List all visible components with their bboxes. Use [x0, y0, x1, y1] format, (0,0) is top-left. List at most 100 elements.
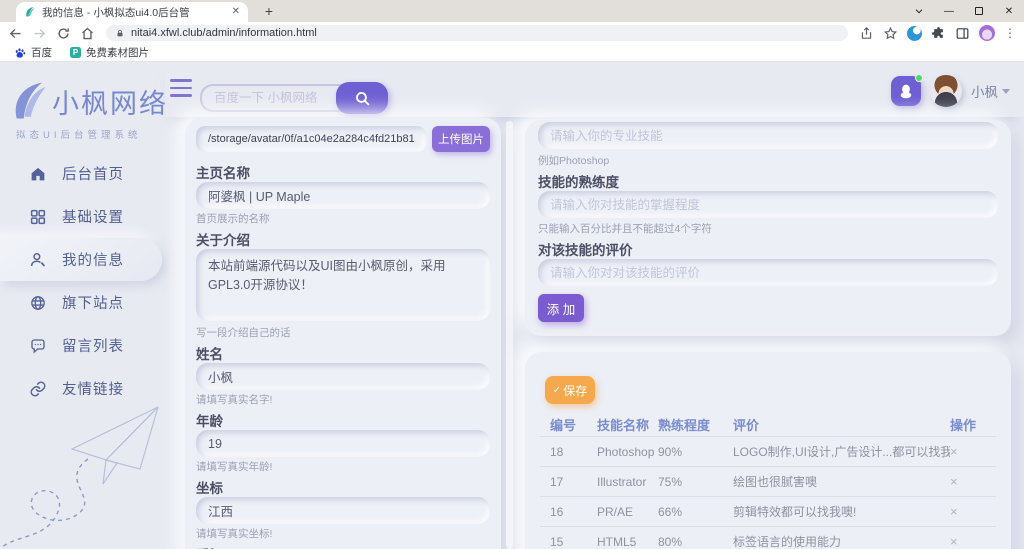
cell-name: HTML5 — [597, 535, 658, 549]
side-panel-icon[interactable] — [955, 26, 970, 41]
location-input[interactable] — [196, 497, 490, 524]
address-bar[interactable]: nitai4.xfwl.club/admin/information.html — [106, 25, 848, 41]
admin-app: 小枫网络 拟态UI后台管理系统 后台首页 基础设置 我的信息 旗下站点 留 — [0, 63, 1024, 549]
cell-comment: LOGO制作,UI设计,广告设计...都可以找我噢! — [733, 443, 950, 460]
name-helper: 请填写真实名字! — [196, 392, 490, 405]
skill-table: 编号 技能名称 熟练程度 评价 操作 18 Photoshop 90% LOGO… — [540, 412, 996, 549]
search-input[interactable] — [200, 84, 346, 112]
username: 小枫 — [971, 81, 998, 101]
sidebar-item-label: 留言列表 — [62, 335, 124, 356]
baidu-icon — [14, 47, 26, 59]
sidebar-item-sites[interactable]: 旗下站点 — [0, 281, 165, 324]
cell-level: 75% — [658, 475, 733, 489]
share-icon[interactable] — [859, 26, 874, 41]
home-nav-icon[interactable] — [80, 26, 95, 41]
col-header-name: 技能名称 — [597, 415, 658, 434]
notification-dot — [915, 74, 923, 82]
name-input[interactable] — [196, 363, 490, 390]
delete-row-icon[interactable]: × — [950, 444, 958, 459]
logo-subtitle: 拟态UI后台管理系统 — [16, 127, 142, 141]
delete-row-icon[interactable]: × — [950, 474, 958, 489]
comment-icon — [29, 337, 47, 355]
bookmark-free-assets[interactable]: P 免费素材图片 — [70, 45, 149, 60]
browser-tab[interactable]: 我的信息 - 小枫拟态ui4.0后台管 ✕ — [16, 2, 248, 22]
search-button[interactable] — [336, 82, 388, 114]
skill-name-input[interactable] — [538, 122, 998, 149]
location-label: 坐标 — [196, 477, 490, 495]
sidebar-item-basic-settings[interactable]: 基础设置 — [0, 195, 165, 238]
delete-row-icon[interactable]: × — [950, 504, 958, 519]
col-header-comment: 评价 — [733, 415, 950, 434]
new-tab-button[interactable]: + — [260, 3, 278, 21]
delete-row-icon[interactable]: × — [950, 534, 958, 549]
search-group — [200, 82, 388, 114]
skill-level-input[interactable] — [538, 191, 998, 218]
sidebar-item-label: 我的信息 — [62, 249, 124, 270]
header-right: 小枫 — [891, 75, 1010, 107]
form-scrollbar[interactable] — [506, 121, 513, 549]
table-header-row: 编号 技能名称 熟练程度 评价 操作 — [540, 412, 996, 436]
homepage-name-input[interactable] — [196, 182, 490, 209]
app-logo[interactable]: 小枫网络 — [8, 79, 166, 123]
extension-blue-icon[interactable] — [907, 26, 922, 41]
about-textarea[interactable]: 本站前端源代码以及UI图由小枫原创，采用GPL3.0开源协议！ — [196, 249, 490, 321]
user-edit-icon — [29, 251, 47, 269]
about-helper: 写一段介绍自己的话 — [196, 325, 490, 338]
browser-menu-kebab-icon[interactable]: ⋮ — [1004, 26, 1016, 40]
sidebar: 小枫网络 拟态UI后台管理系统 后台首页 基础设置 我的信息 旗下站点 留 — [0, 63, 165, 549]
about-label: 关于介绍 — [196, 229, 490, 247]
browser-profile-avatar[interactable] — [979, 25, 995, 41]
qq-notification-button[interactable] — [891, 76, 921, 106]
sidebar-item-messages[interactable]: 留言列表 — [0, 324, 165, 367]
skill-comment-input[interactable] — [538, 259, 998, 286]
browser-toolbar: nitai4.xfwl.club/admin/information.html … — [0, 22, 1024, 44]
bookmark-star-icon[interactable] — [883, 26, 898, 41]
upload-image-button[interactable]: 上传图片 — [432, 126, 490, 152]
close-button[interactable]: ✕ — [994, 0, 1024, 22]
logo-title: 小枫网络 — [52, 82, 168, 121]
avatar-path-input[interactable] — [196, 126, 426, 152]
cell-name: Photoshop — [597, 445, 658, 459]
cell-name: PR/AE — [597, 505, 658, 519]
search-icon — [354, 90, 371, 107]
forward-icon[interactable] — [32, 26, 47, 41]
maximize-button[interactable] — [964, 0, 994, 22]
globe-icon — [29, 294, 47, 312]
user-avatar[interactable] — [930, 75, 962, 107]
tab-search-chevron-icon[interactable] — [904, 0, 934, 22]
minimize-button[interactable]: — — [934, 0, 964, 22]
bookmark-label: 百度 — [31, 45, 52, 60]
age-input[interactable] — [196, 430, 490, 457]
col-header-id: 编号 — [550, 415, 597, 434]
table-row: 16 PR/AE 66% 剪辑特效都可以找我噢! × — [540, 496, 996, 526]
bookmarks-bar: 百度 P 免费素材图片 — [0, 44, 1024, 62]
table-row: 17 Illustrator 75% 绘图也很腻害噢 × — [540, 466, 996, 496]
link-icon — [29, 380, 47, 398]
qq-penguin-icon — [897, 82, 915, 100]
save-button[interactable]: ✓ 保存 — [545, 376, 595, 404]
add-skill-button[interactable]: 添 加 — [538, 294, 584, 322]
extensions-puzzle-icon[interactable] — [931, 26, 946, 41]
reload-icon[interactable] — [56, 26, 71, 41]
skill-name-helper: 例如Photoshop — [538, 153, 998, 166]
user-menu[interactable]: 小枫 — [971, 81, 1010, 101]
homepage-name-helper: 首页展示的名称 — [196, 211, 490, 224]
cell-id: 16 — [550, 505, 597, 519]
maximize-icon — [975, 7, 983, 15]
bookmark-baidu[interactable]: 百度 — [14, 45, 52, 60]
hamburger-menu-icon[interactable] — [170, 79, 192, 97]
cell-comment: 标签语言的使用能力 — [733, 533, 950, 549]
sidebar-item-dashboard[interactable]: 后台首页 — [0, 152, 165, 195]
sidebar-item-my-info[interactable]: 我的信息 — [0, 238, 162, 281]
tab-close-icon[interactable]: ✕ — [232, 7, 240, 17]
back-icon[interactable] — [8, 26, 23, 41]
cell-name: Illustrator — [597, 475, 658, 489]
site-favicon-icon — [24, 6, 36, 18]
cell-id: 17 — [550, 475, 597, 489]
col-header-level: 熟练程度 — [658, 415, 733, 434]
table-row: 18 Photoshop 90% LOGO制作,UI设计,广告设计...都可以找… — [540, 436, 996, 466]
name-label: 姓名 — [196, 343, 490, 361]
url-text: nitai4.xfwl.club/admin/information.html — [131, 27, 317, 39]
age-label: 年龄 — [196, 410, 490, 428]
skill-level-label: 技能的熟练度 — [538, 171, 998, 189]
